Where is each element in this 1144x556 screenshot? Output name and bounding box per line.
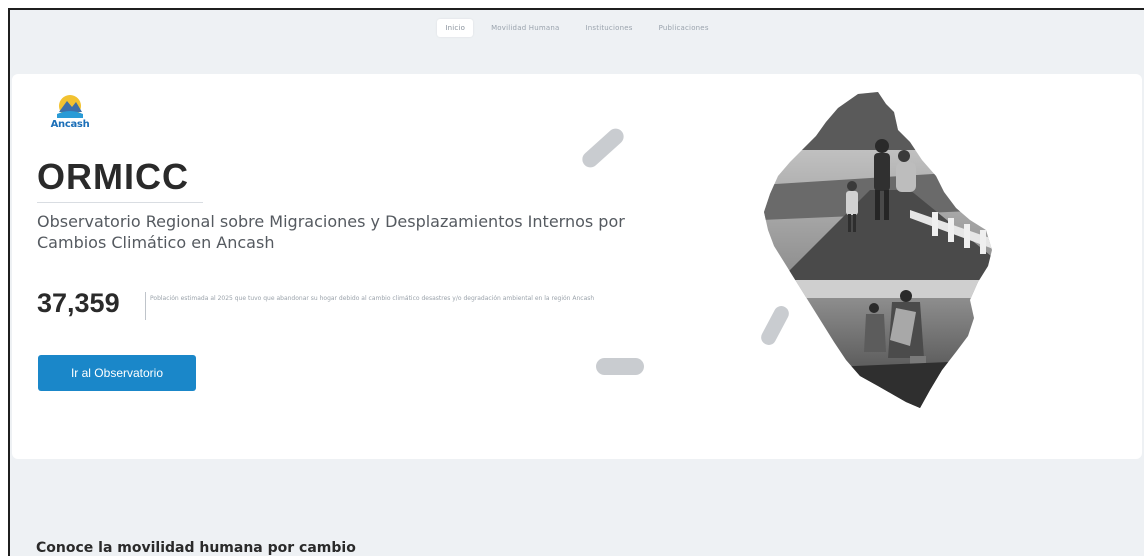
- decorative-pill-1: [579, 125, 627, 171]
- nav-link-movilidad-humana[interactable]: Movilidad Humana: [483, 19, 567, 37]
- nav-link-publicaciones[interactable]: Publicaciones: [651, 19, 717, 37]
- hero-card: Ancash ORMICC Observatorio Regional sobr…: [12, 74, 1142, 459]
- nav-link-instituciones[interactable]: Instituciones: [578, 19, 641, 37]
- top-nav: Inicio Movilidad Humana Instituciones Pu…: [10, 10, 1144, 46]
- nav-link-inicio[interactable]: Inicio: [437, 19, 474, 37]
- ancash-logo-emblem-icon: [57, 95, 83, 118]
- decorative-pill-3: [596, 358, 644, 375]
- ancash-logo: Ancash: [45, 92, 95, 136]
- title-divider: [37, 202, 203, 203]
- page-subtitle: Observatorio Regional sobre Migraciones …: [37, 212, 625, 252]
- observatory-button[interactable]: Ir al Observatorio: [38, 355, 196, 391]
- page-title: ORMICC: [37, 156, 189, 197]
- logo-text: Ancash: [50, 119, 90, 130]
- stat-description: Población estimada al 2025 que tuvo que …: [150, 295, 595, 302]
- ancash-region-map-image: [764, 92, 992, 408]
- page-frame: Inicio Movilidad Humana Instituciones Pu…: [8, 8, 1144, 556]
- stat-divider: [145, 292, 146, 320]
- section-heading: Conoce la movilidad humana por cambio: [36, 540, 356, 556]
- stat-number: 37,359: [37, 288, 120, 318]
